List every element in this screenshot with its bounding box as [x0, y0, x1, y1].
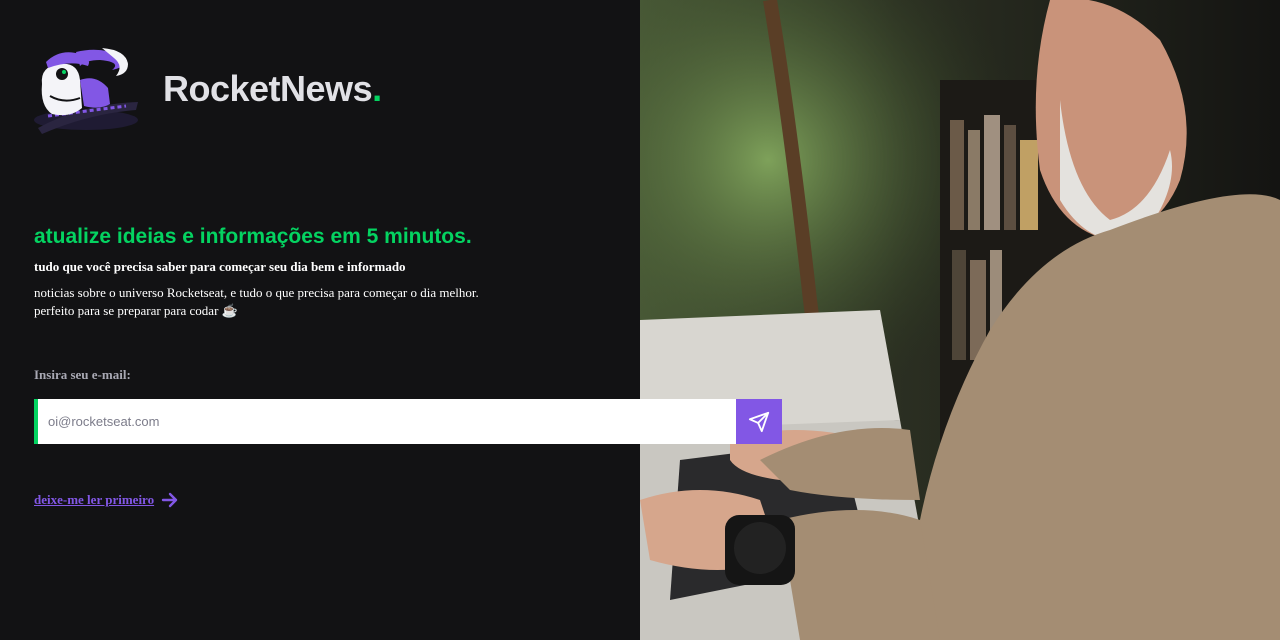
- submit-button[interactable]: [736, 399, 782, 444]
- email-label: Insira seu e-mail:: [34, 367, 131, 382]
- arrow-right-icon: [161, 492, 178, 508]
- left-panel: RocketNews. atualize ideias e informaçõe…: [0, 0, 640, 640]
- read-first-label[interactable]: deixe-me ler primeiro: [34, 492, 154, 508]
- coffee-icon: ☕: [221, 303, 238, 318]
- hero-headline: atualize ideias e informações em 5 minut…: [34, 225, 472, 248]
- description-line-2: perfeito para se preparar para codar ☕: [34, 303, 238, 318]
- send-icon: [748, 411, 770, 432]
- brand-title: RocketNews.: [163, 68, 382, 109]
- hero-subheadline: tudo que você precisa saber para começar…: [34, 259, 406, 274]
- email-form: [34, 399, 782, 444]
- email-input[interactable]: [38, 399, 736, 444]
- hero-photo: [640, 0, 1280, 640]
- mascot-logo-icon: [34, 48, 138, 134]
- photo-man-typing-image: [640, 0, 1280, 640]
- read-first-link[interactable]: deixe-me ler primeiro: [34, 490, 180, 510]
- hero-description: noticias sobre o universo Rocketseat, e …: [34, 284, 479, 320]
- description-line-1: noticias sobre o universo Rocketseat, e …: [34, 285, 479, 300]
